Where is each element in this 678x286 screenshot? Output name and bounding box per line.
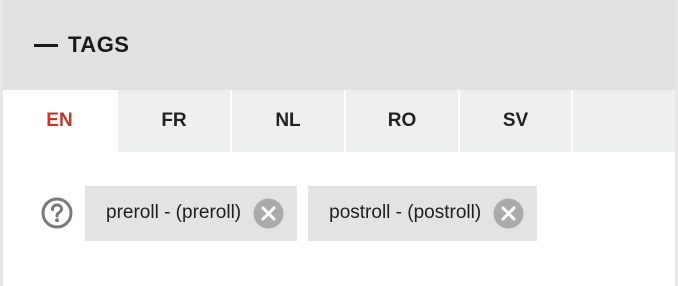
minus-icon[interactable]	[34, 43, 58, 47]
language-tabs: EN FR NL RO SV	[3, 90, 675, 152]
tag-chip: preroll - (preroll)	[85, 185, 298, 241]
panel-title: TAGS	[68, 32, 130, 57]
panel-header[interactable]: TAGS	[3, 0, 675, 90]
close-circle-icon[interactable]	[493, 198, 524, 229]
tabs-filler	[571, 90, 675, 152]
tab-fr[interactable]: FR	[116, 90, 230, 152]
tab-en[interactable]: EN	[3, 90, 116, 152]
tags-panel: TAGS EN FR NL RO SV preroll - (preroll)	[0, 0, 678, 286]
close-circle-icon[interactable]	[253, 198, 284, 229]
tag-chip: postroll - (postroll)	[308, 185, 538, 241]
tab-sv[interactable]: SV	[458, 90, 571, 152]
tags-list: preroll - (preroll) postroll - (postroll…	[3, 185, 675, 241]
tab-nl[interactable]: NL	[230, 90, 344, 152]
tag-label: postroll - (postroll)	[329, 202, 482, 223]
tag-label: preroll - (preroll)	[106, 202, 242, 223]
tab-ro[interactable]: RO	[344, 90, 458, 152]
question-circle-icon[interactable]	[41, 197, 73, 229]
